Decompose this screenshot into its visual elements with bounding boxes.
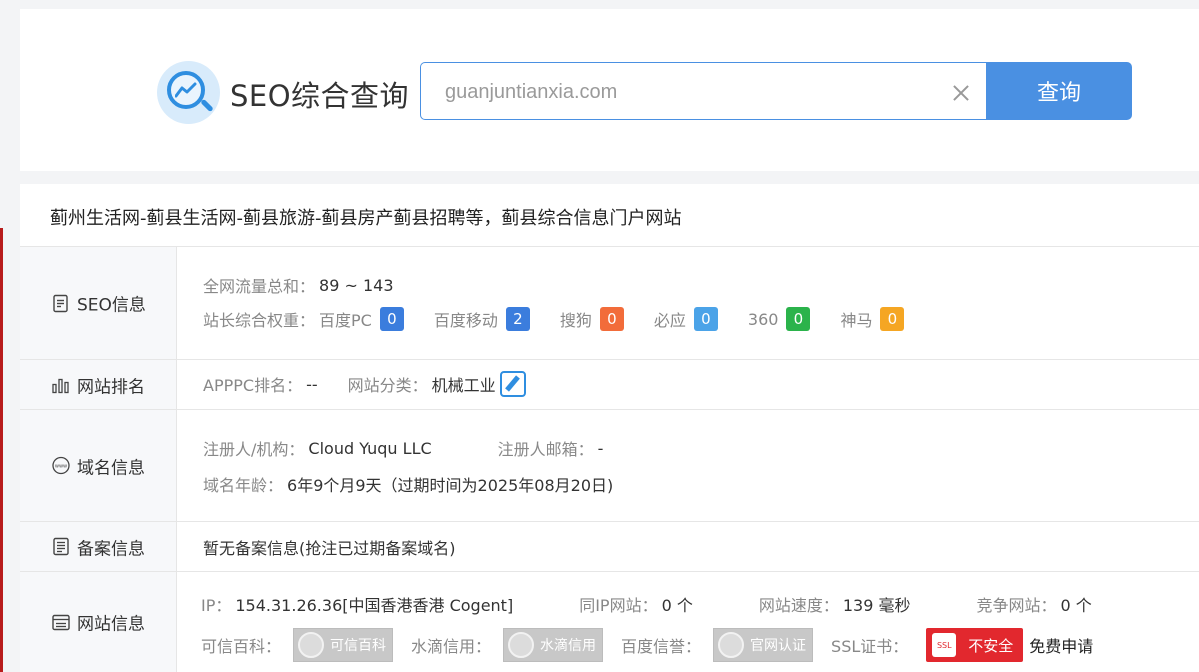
page-edge-marker	[0, 228, 3, 672]
paw-icon	[718, 632, 745, 658]
svg-text:www: www	[55, 464, 67, 470]
shuidi-key: 水滴信用：	[411, 637, 492, 656]
row-label: www 域名信息	[20, 410, 177, 521]
row-website-info: 网站信息 IP： 154.31.26.36[中国香港香港 Cogent] 同IP…	[20, 572, 1199, 672]
beian-line: 暂无备案信息(抢注已过期备案域名)	[203, 535, 456, 559]
speed-key: 网站速度：	[758, 596, 839, 615]
row-ranking: 网站排名 APPPC排名： -- 网站分类： 机械工业	[20, 360, 1199, 410]
beian-value[interactable]: 暂无备案信息(抢注已过期备案域名)	[203, 535, 456, 559]
shuidi-badge[interactable]: 水滴信用	[503, 628, 604, 662]
weight-name-baidu-pc: 百度PC	[319, 311, 372, 330]
seo-info-card: 蓟州生活网-蓟县生活网-蓟县旅游-蓟县房产蓟县招聘等，蓟县综合信息门户网站 SE…	[20, 184, 1199, 672]
row-label-text: 备案信息	[77, 539, 145, 559]
weight-badge-360[interactable]: 0	[786, 307, 811, 331]
apppc-value: --	[306, 374, 318, 394]
category-value: 机械工业	[431, 376, 496, 395]
ssl-badge-text: 不安全	[968, 636, 1014, 655]
weight-name-baidu-mobile: 百度移动	[433, 311, 498, 330]
brand-title: SEO综合查询	[230, 79, 410, 113]
row-label-text: 网站信息	[77, 614, 145, 635]
ip-key: IP：	[201, 596, 232, 615]
registrant-line: 注册人/机构： Cloud Yuqu LLC 注册人邮箱： -	[203, 436, 603, 460]
category-key: 网站分类：	[347, 376, 428, 395]
weight-badge-baidu-pc[interactable]: 0	[379, 307, 404, 331]
query-button[interactable]: 查询	[986, 62, 1132, 120]
same-ip-value[interactable]: 0 个	[662, 592, 693, 616]
kexin-badge-text: 可信百科	[330, 638, 387, 654]
search-panel: SEO综合查询 查询	[20, 9, 1199, 171]
row-label-text: 网站排名	[77, 377, 145, 397]
shuidi-badge-text: 水滴信用	[540, 638, 597, 654]
traffic-value: 89 ~ 143	[319, 275, 394, 295]
age-key: 域名年龄：	[203, 476, 284, 495]
weight-line: 站长综合权重： 百度PC 0 百度移动 2 搜狗 0 必应 0 360 0 神马…	[203, 307, 934, 331]
ssl-badge[interactable]: SSL 不安全	[926, 628, 1024, 662]
ip-value[interactable]: 154.31.26.36[中国香港香港 Cogent]	[235, 592, 513, 616]
trust-line: 可信百科： 可信百科 水滴信用： 水滴信用 百度信誉： 官网认证 SSL证书： …	[201, 628, 1093, 662]
registrant-value: Cloud Yuqu LLC	[308, 438, 432, 458]
same-ip-key: 同IP网站：	[579, 596, 658, 615]
row-domain: www 域名信息 注册人/机构： Cloud Yuqu LLC 注册人邮箱： -…	[20, 410, 1199, 522]
row-label: SEO信息	[20, 247, 177, 359]
age-line: 域名年龄： 6年9个月9天（过期时间为2025年08月20日)	[203, 472, 613, 496]
www-globe-icon: www	[51, 456, 71, 476]
weight-key: 站长综合权重：	[203, 311, 316, 330]
kexin-badge[interactable]: 可信百科	[293, 628, 394, 662]
baidu-badge-text: 官网认证	[750, 638, 807, 654]
row-beian: 备案信息 暂无备案信息(抢注已过期备案域名)	[20, 522, 1199, 572]
search-input[interactable]	[445, 77, 925, 107]
ssl-apply-link[interactable]: 免费申请	[1029, 633, 1093, 657]
traffic-line: 全网流量总和： 89 ~ 143	[203, 273, 394, 297]
search-box	[420, 62, 988, 120]
weight-badge-baidu-mobile[interactable]: 2	[505, 307, 530, 331]
row-label: 备案信息	[20, 522, 177, 571]
clipboard-icon	[51, 537, 71, 557]
row-label-text: SEO信息	[77, 295, 146, 316]
weight-name-sogou: 搜狗	[559, 311, 592, 330]
bar-chart-icon	[51, 375, 71, 395]
kexin-key: 可信百科：	[201, 637, 282, 656]
baidu-badge[interactable]: 官网认证	[713, 628, 814, 662]
row-label: 网站信息	[20, 572, 177, 672]
age-value: 6年9个月9天（过期时间为2025年08月20日)	[287, 476, 614, 495]
row-seo-info: SEO信息 全网流量总和： 89 ~ 143 站长综合权重： 百度PC 0 百度…	[20, 247, 1199, 360]
kexin-seal-icon	[298, 632, 325, 658]
ssl-key: SSL证书：	[831, 637, 909, 656]
weight-name-360: 360	[747, 309, 779, 329]
email-value: -	[597, 438, 604, 458]
email-key: 注册人邮箱：	[497, 440, 594, 459]
speed-value: 139 毫秒	[842, 596, 911, 615]
weight-badge-sogou[interactable]: 0	[599, 307, 624, 331]
document-edit-icon	[51, 293, 71, 313]
weight-badge-shenma[interactable]: 0	[880, 307, 905, 331]
competitor-value[interactable]: 0 个	[1061, 592, 1092, 616]
registrant-key: 注册人/机构：	[203, 440, 305, 459]
ip-line: IP： 154.31.26.36[中国香港香港 Cogent] 同IP网站： 0…	[201, 592, 1092, 616]
row-label-text: 域名信息	[77, 458, 145, 478]
traffic-key: 全网流量总和：	[203, 277, 316, 296]
site-title: 蓟州生活网-蓟县生活网-蓟县旅游-蓟县房产蓟县招聘等，蓟县综合信息门户网站	[50, 208, 682, 229]
apppc-key: APPPC排名：	[203, 376, 303, 395]
baidu-key: 百度信誉：	[621, 637, 702, 656]
weight-name-bing: 必应	[653, 311, 686, 330]
edit-icon[interactable]	[499, 371, 526, 397]
row-label: 网站排名	[20, 360, 177, 409]
seo-logo-icon	[157, 61, 220, 124]
weight-name-shenma: 神马	[840, 311, 873, 330]
ranking-line: APPPC排名： -- 网站分类： 机械工业	[203, 371, 526, 397]
competitor-key: 竞争网站：	[976, 596, 1057, 615]
weight-badge-bing[interactable]: 0	[693, 307, 718, 331]
clear-icon[interactable]	[951, 83, 971, 103]
water-drop-icon	[508, 632, 535, 658]
browser-window-icon	[51, 612, 71, 632]
ssl-shield-icon: SSL	[932, 633, 957, 657]
